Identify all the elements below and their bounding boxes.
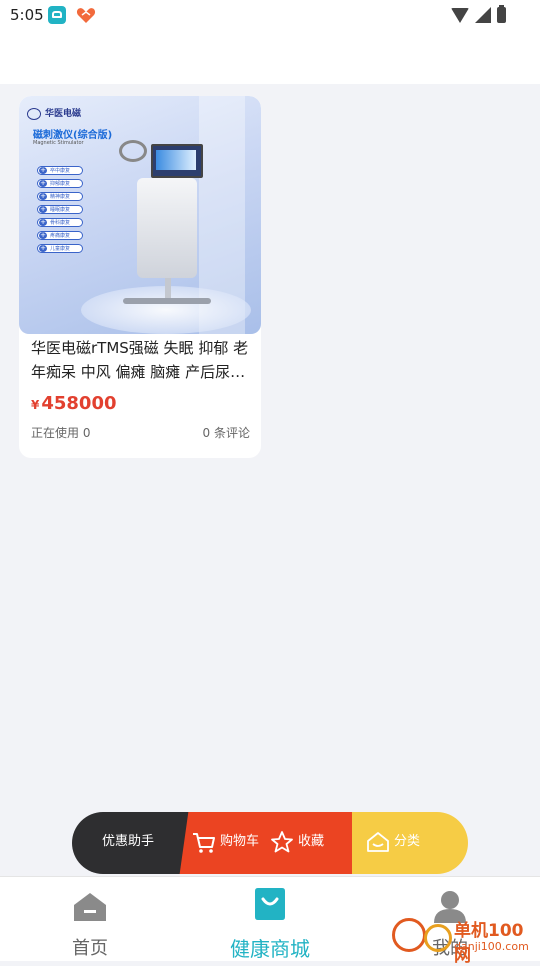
cart-label[interactable]: 购物车 — [220, 830, 259, 849]
signal-icon — [475, 7, 491, 23]
coupon-label: 优惠助手 — [102, 834, 155, 849]
price-value: 458000 — [41, 393, 117, 414]
review-count: 0 条评论 — [202, 426, 250, 440]
feature-badge: 精神康复 — [37, 192, 83, 201]
heart-app-icon — [76, 8, 96, 23]
product-image-title: 磁刺激仪(综合版) — [33, 130, 113, 141]
device-cart — [137, 178, 197, 278]
feature-badge: 卒中康复 — [37, 166, 83, 175]
star-icon[interactable] — [270, 830, 294, 854]
feature-badge: 疼痛康复 — [37, 231, 83, 240]
product-card[interactable]: 华医电磁 磁刺激仪(综合版) Magnetic Stimulator 卒中康复 … — [19, 96, 261, 458]
watermark-logo-icon — [392, 918, 426, 952]
brand-logo-icon — [27, 107, 41, 120]
currency-symbol: ¥ — [31, 398, 40, 412]
product-image-brand: 华医电磁 — [27, 106, 81, 120]
feature-badge: 儿童康复 — [37, 244, 83, 253]
home-icon — [74, 893, 106, 921]
battery-icon — [497, 5, 506, 23]
product-image: 华医电磁 磁刺激仪(综合版) Magnetic Stimulator 卒中康复 … — [19, 96, 261, 334]
device-screen — [151, 144, 203, 178]
floating-action-bar: 优惠助手 购物车 收藏 分类 — [72, 812, 468, 874]
stimulator-coil — [119, 140, 147, 162]
wifi-icon — [451, 7, 469, 23]
tab-home-label: 首页 — [72, 938, 108, 959]
category-label: 分类 — [394, 834, 421, 849]
feature-badge: 骨科康复 — [37, 218, 83, 227]
watermark-url: danji100.com — [454, 940, 529, 953]
app-icon — [48, 6, 66, 24]
status-bar: 5:05 — [0, 0, 540, 32]
tab-health-mall[interactable]: 健康商城 — [180, 877, 360, 961]
product-image-subtitle: Magnetic Stimulator — [33, 140, 84, 146]
watermark: 单机100网 danji100.com — [392, 912, 540, 966]
watermark-logo-icon — [424, 924, 452, 952]
page-header — [0, 32, 540, 84]
cart-icon[interactable] — [192, 832, 216, 854]
tab-home[interactable]: 首页 — [0, 877, 180, 961]
feature-badge: 抑郁康复 — [37, 179, 83, 188]
tab-health-mall-label: 健康商城 — [230, 937, 310, 961]
favorite-label[interactable]: 收藏 — [298, 830, 324, 849]
category-home-icon — [367, 832, 389, 852]
product-name[interactable]: 华医电磁rTMS强磁 失眠 抑郁 老年痴呆 中风 偏瘫 脑瘫 产后尿… — [31, 336, 253, 384]
brand-text: 华医电磁 — [45, 109, 82, 119]
feature-badge: 睡眠康复 — [37, 205, 83, 214]
product-price: ¥458000 — [31, 393, 117, 414]
in-use-count: 正在使用 0 — [31, 426, 91, 440]
status-time: 5:05 — [10, 6, 44, 24]
shopping-bag-icon — [255, 888, 285, 920]
